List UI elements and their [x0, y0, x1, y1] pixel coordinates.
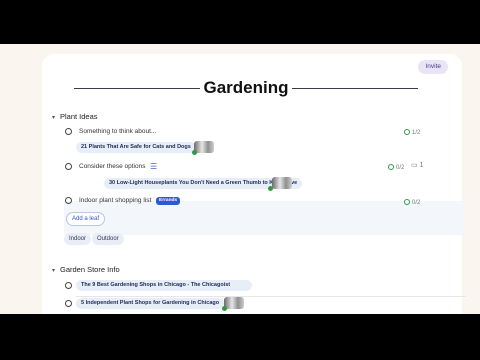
item-text: Consider these options	[79, 163, 146, 170]
page-title-row: Gardening	[74, 76, 418, 100]
item-text: Indoor plant shopping list	[79, 197, 152, 204]
progress-indicator: 0/2	[404, 198, 420, 206]
add-leaf-button[interactable]: Add a leaf	[66, 212, 106, 226]
progress-indicator: 0/2	[388, 163, 404, 171]
app-canvas: Invite Gardening ▾ Plant Ideas Something …	[0, 44, 480, 314]
checkbox-circle[interactable]	[65, 163, 72, 170]
row-divider	[76, 296, 466, 297]
list-item[interactable]: Indoor plant shopping list	[65, 195, 445, 207]
progress-indicator: 1/2	[404, 128, 420, 136]
document-card: Invite Gardening ▾ Plant Ideas Something …	[42, 54, 466, 314]
comment-count[interactable]: ▭ 1	[411, 161, 423, 169]
section-label: Garden Store Info	[60, 265, 120, 274]
link-thumbnail	[272, 177, 292, 189]
tag-indoor[interactable]: Indoor	[64, 233, 92, 245]
chevron-down-icon[interactable]: ▾	[52, 114, 60, 121]
chevron-down-icon[interactable]: ▾	[52, 267, 60, 274]
link-chip[interactable]: 21 Plants That Are Safe for Cats and Dog…	[76, 142, 196, 153]
checkbox-circle[interactable]	[65, 197, 72, 204]
section-label: Plant Ideas	[60, 112, 98, 121]
link-thumbnail	[224, 297, 244, 309]
link-chip[interactable]: 5 Independent Plant Shops for Gardening …	[76, 298, 225, 309]
item-text: Something to think about...	[79, 128, 157, 135]
check-circle-icon	[404, 129, 410, 135]
tag-badge[interactable]: Errands	[156, 197, 181, 205]
progress-count: 0/2	[396, 165, 405, 171]
comment-count-value: 1	[419, 162, 424, 169]
check-circle-icon	[404, 199, 410, 205]
avatar-badge	[268, 186, 273, 191]
progress-count: 1/2	[412, 130, 421, 136]
link-chip[interactable]: The 9 Best Gardening Shops in Chicago - …	[76, 280, 252, 291]
link-thumbnail	[194, 141, 214, 153]
tag-outdoor[interactable]: Outdoor	[92, 233, 124, 245]
checkbox-circle[interactable]	[65, 282, 72, 289]
invite-button[interactable]: Invite	[418, 60, 448, 74]
comment-icon: ▭	[411, 162, 418, 169]
avatar-badge	[192, 150, 197, 155]
title-rule-right	[292, 88, 418, 89]
list-item[interactable]: Something to think about...	[65, 126, 445, 138]
notes-icon[interactable]: ☰	[150, 162, 157, 171]
checkbox-circle[interactable]	[65, 128, 72, 135]
section-plant-ideas[interactable]: ▾ Plant Ideas	[52, 112, 98, 121]
progress-count: 0/2	[412, 200, 421, 206]
check-circle-icon	[388, 164, 394, 170]
avatar-badge	[222, 306, 227, 311]
section-garden-store-info[interactable]: ▾ Garden Store Info	[52, 265, 120, 274]
checkbox-circle[interactable]	[65, 300, 72, 307]
